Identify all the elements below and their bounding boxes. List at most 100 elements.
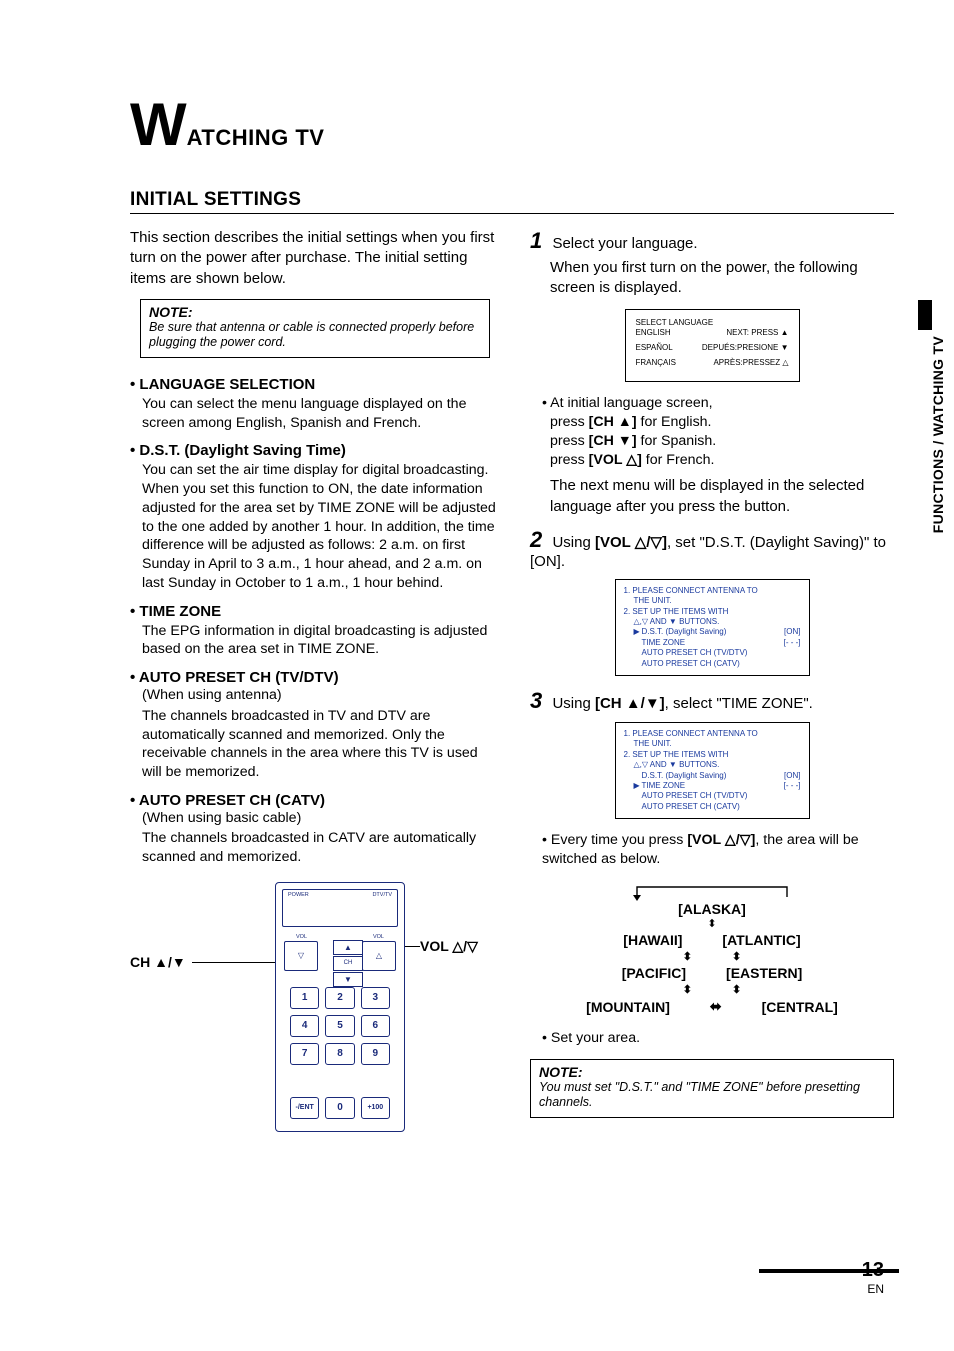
osd-tz: 1. PLEASE CONNECT ANTENNA TO THE UNIT. 2…: [615, 722, 810, 819]
osd-r3a: FRANÇAIS: [636, 358, 676, 369]
osd2-l1b: THE UNIT.: [634, 596, 801, 606]
sub-apcatv: (When using basic cable): [142, 809, 500, 828]
num-8[interactable]: 8: [325, 1043, 354, 1065]
tz-top-connector: [562, 883, 862, 901]
num-9[interactable]: 9: [361, 1043, 390, 1065]
body-aptv: The channels broadcasted in TV and DTV a…: [142, 707, 500, 782]
tz-mountain: [MOUNTAIN]: [586, 999, 670, 1015]
updown-icon: ⬍: [683, 950, 692, 963]
set-area-bullet: • Set your area.: [542, 1029, 894, 1048]
side-tab: FUNCTIONS / WATCHING TV: [906, 300, 932, 550]
remote-vol-ch-row: VOL VOL ▽ △ ▲ CH ▼: [284, 941, 396, 975]
step3-bullet: • Every time you press [VOL △/▽], the ar…: [542, 831, 894, 869]
osd2-i2: TIME ZONE[- - -]: [634, 638, 801, 648]
updown-icon: ⬍: [732, 983, 741, 996]
note2-body: You must set "D.S.T." and "TIME ZONE" be…: [539, 1080, 885, 1111]
osd3-i4: AUTO PRESET CH (CATV): [634, 802, 801, 812]
ch-down-button[interactable]: ▼: [333, 972, 363, 987]
timezone-cycle-diagram: [ALASKA] ⬍ [HAWAII] [ATLANTIC] ⬍⬍ [PACIF…: [530, 883, 894, 1015]
step-2-num: 2: [530, 527, 548, 553]
osd3-l1: 1. PLEASE CONNECT ANTENNA TO: [624, 729, 801, 739]
note-box-1: NOTE: Be sure that antenna or cable is c…: [140, 299, 490, 358]
num-3[interactable]: 3: [361, 987, 390, 1009]
label-dtvtv: DTV/TV: [372, 892, 392, 898]
osd3-i1: D.S.T. (Daylight Saving)[ON]: [634, 771, 801, 781]
osd2-i3: AUTO PRESET CH (TV/DTV): [634, 648, 801, 658]
num-6[interactable]: 6: [361, 1015, 390, 1037]
body-tz: The EPG information in digital broadcast…: [142, 622, 500, 659]
label-ch: CH ▲/▼: [130, 954, 186, 970]
section-rule: [130, 213, 894, 214]
subhead-language: • LANGUAGE SELECTION: [130, 376, 500, 393]
step1-bullet-en: press [CH ▲] for English.: [550, 413, 894, 432]
tz-hawaii: [HAWAII]: [623, 932, 682, 948]
note-body: Be sure that antenna or cable is connect…: [149, 320, 481, 351]
num-1[interactable]: 1: [290, 987, 319, 1009]
tz-central: [CENTRAL]: [762, 999, 838, 1015]
step-2: 2 Using [VOL △/▽], set "D.S.T. (Daylight…: [530, 527, 894, 676]
vol-up-button[interactable]: △: [362, 941, 396, 971]
updown-icon: ⬍: [683, 983, 692, 996]
osd2-l1: 1. PLEASE CONNECT ANTENNA TO: [624, 586, 801, 596]
step-1-line: Select your language.: [552, 235, 697, 252]
note-box-2: NOTE: You must set "D.S.T." and "TIME ZO…: [530, 1059, 894, 1118]
page: WATCHING TV INITIAL SETTINGS This sectio…: [0, 0, 954, 1351]
label-vol: VOL △/▽: [420, 938, 478, 955]
step-3: 3 Using [CH ▲/▼], select "TIME ZONE". 1.…: [530, 688, 894, 1049]
remote-outline: POWER DTV/TV VOL VOL ▽ △ ▲ CH ▼ 1 2: [275, 882, 405, 1132]
osd3-l2b: △,▽ AND ▼ BUTTONS.: [634, 760, 801, 770]
left-column: This section describes the initial setti…: [130, 228, 500, 1142]
vol-down-button[interactable]: ▽: [284, 941, 318, 971]
ent-button[interactable]: -/ENT: [290, 1097, 319, 1119]
remote-bottom-row: -/ENT 0 +100: [290, 1097, 390, 1119]
intro-text: This section describes the initial setti…: [130, 228, 500, 289]
osd-r1a: ENGLISH: [636, 328, 671, 339]
sub-aptv: (When using antenna): [142, 686, 500, 705]
num-2[interactable]: 2: [325, 987, 354, 1009]
note2-head: NOTE:: [539, 1064, 885, 1080]
num-5[interactable]: 5: [325, 1015, 354, 1037]
body-dst: You can set the air time display for dig…: [142, 461, 500, 592]
osd-r2a: ESPAÑOL: [636, 343, 673, 354]
step1-bullet-intro: • At initial language screen,: [542, 394, 894, 413]
chapter-title-rest: ATCHING TV: [187, 125, 325, 150]
subhead-aptv: • AUTO PRESET CH (TV/DTV): [130, 669, 500, 686]
osd3-i2: ▶TIME ZONE[- - -]: [634, 781, 801, 791]
page-number: 13 EN: [862, 1259, 884, 1296]
right-column: 1 Select your language. When you first t…: [530, 228, 894, 1142]
osd2-l2: 2. SET UP THE ITEMS WITH: [624, 607, 801, 617]
num-7[interactable]: 7: [290, 1043, 319, 1065]
two-column-layout: This section describes the initial setti…: [130, 228, 894, 1142]
step1-bullet-es: press [CH ▼] for Spanish.: [550, 432, 894, 451]
body-language: You can select the menu language display…: [142, 395, 500, 432]
label-vol-right: VOL: [373, 934, 384, 940]
plus100-button[interactable]: +100: [361, 1097, 390, 1119]
body-apcatv: The channels broadcasted in CATV are aut…: [142, 829, 500, 866]
tz-alaska: [ALASKA]: [530, 901, 894, 917]
step-1: 1 Select your language. When you first t…: [530, 228, 894, 517]
ch-up-button[interactable]: ▲: [333, 940, 363, 955]
osd2-i4: AUTO PRESET CH (CATV): [634, 659, 801, 669]
subhead-apcatv: • AUTO PRESET CH (CATV): [130, 792, 500, 809]
osd-r3b: APRÈS:PRESSEZ △: [713, 358, 788, 369]
osd-title: SELECT LANGUAGE: [636, 318, 789, 329]
side-tab-marker: [918, 300, 932, 330]
remote-number-grid: 1 2 3 4 5 6 7 8 9: [290, 987, 390, 1065]
step-1-body: When you first turn on the power, the fo…: [550, 258, 894, 299]
lead-line-ch: [192, 962, 276, 963]
side-tab-text: FUNCTIONS / WATCHING TV: [930, 336, 946, 533]
subhead-dst: • D.S.T. (Daylight Saving Time): [130, 442, 500, 459]
num-4[interactable]: 4: [290, 1015, 319, 1037]
chapter-title-initial: W: [130, 91, 187, 158]
step-1-num: 1: [530, 228, 548, 254]
chapter-title: WATCHING TV: [130, 90, 894, 159]
updown-icon: ⬍: [530, 917, 894, 930]
step-3-num: 3: [530, 688, 548, 714]
step1-after: The next menu will be displayed in the s…: [550, 476, 894, 517]
osd-r2b: DEPUÉS:PRESIONE ▼: [702, 343, 789, 354]
step1-bullet-fr: press [VOL △] for French.: [550, 451, 894, 470]
osd3-l2: 2. SET UP THE ITEMS WITH: [624, 750, 801, 760]
osd-language: SELECT LANGUAGE ENGLISHNEXT: PRESS ▲ ESP…: [625, 309, 800, 382]
num-0[interactable]: 0: [325, 1097, 354, 1119]
tz-atlantic: [ATLANTIC]: [722, 932, 800, 948]
